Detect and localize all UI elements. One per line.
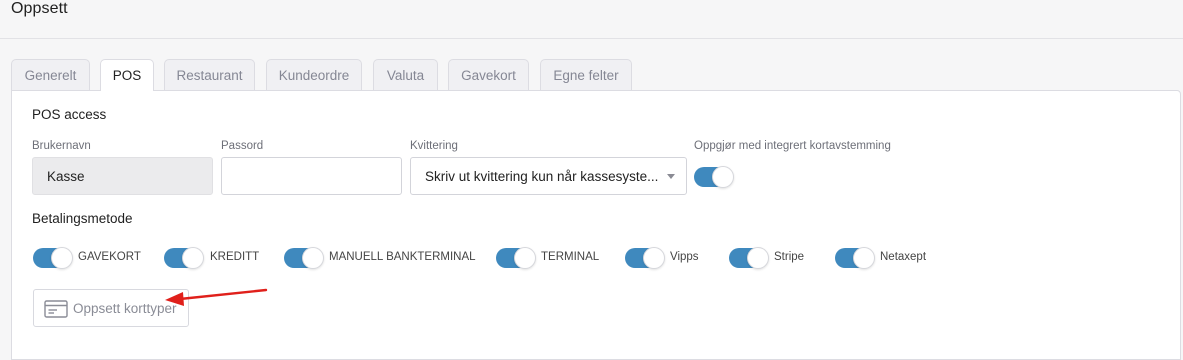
tab-pos[interactable]: POS <box>100 59 154 91</box>
settlement-label: Oppgjør med integrert kortavstemming <box>694 140 891 152</box>
tab-generelt[interactable]: Generelt <box>11 59 90 90</box>
credit-card-icon <box>44 300 68 318</box>
toggle-gavekort[interactable] <box>33 247 73 269</box>
toggle-kreditt[interactable] <box>164 247 204 269</box>
setup-card-types-label: Oppsett korttyper <box>73 301 177 316</box>
payment-method-label: GAVEKORT <box>78 251 141 263</box>
receipt-select[interactable]: Skriv ut kvittering kun når kassesyste..… <box>410 157 687 195</box>
payment-method-label: Stripe <box>774 251 805 263</box>
username-field[interactable]: Kasse <box>32 157 213 195</box>
payment-method-label: TERMINAL <box>541 251 600 263</box>
tab-valuta[interactable]: Valuta <box>373 59 438 90</box>
payment-method-label: Netaxept <box>880 251 927 263</box>
username-label: Brukernavn <box>32 140 91 152</box>
chevron-down-icon <box>667 174 675 179</box>
password-field[interactable] <box>221 157 402 195</box>
password-label: Passord <box>221 140 264 152</box>
tab-restaurant[interactable]: Restaurant <box>164 59 255 90</box>
payment-method-heading: Betalingsmetode <box>32 211 133 226</box>
settlement-toggle[interactable] <box>694 166 734 188</box>
payment-method-label: Vipps <box>670 251 699 263</box>
toggle-vipps[interactable] <box>625 247 665 269</box>
tab-egne-felter[interactable]: Egne felter <box>540 59 632 90</box>
page-title: Oppsett <box>11 0 68 17</box>
title-divider <box>0 38 1183 39</box>
receipt-select-value: Skriv ut kvittering kun når kassesyste..… <box>425 168 659 184</box>
toggle-terminal[interactable] <box>496 247 536 269</box>
tab-gavekort[interactable]: Gavekort <box>448 59 529 90</box>
payment-method-label: MANUELL BANKTERMINAL <box>329 251 476 263</box>
receipt-label: Kvittering <box>410 140 458 152</box>
pos-settings-panel: POS access Brukernavn Kasse Passord Kvit… <box>11 90 1181 360</box>
pos-access-heading: POS access <box>32 107 107 122</box>
toggle-netaxept[interactable] <box>835 247 875 269</box>
tab-kundeordre[interactable]: Kundeordre <box>266 59 362 90</box>
payment-method-label: KREDITT <box>210 251 260 263</box>
toggle-stripe[interactable] <box>729 247 769 269</box>
setup-card-types-button[interactable]: Oppsett korttyper <box>33 289 189 327</box>
toggle-manuell-bankterminal[interactable] <box>284 247 324 269</box>
